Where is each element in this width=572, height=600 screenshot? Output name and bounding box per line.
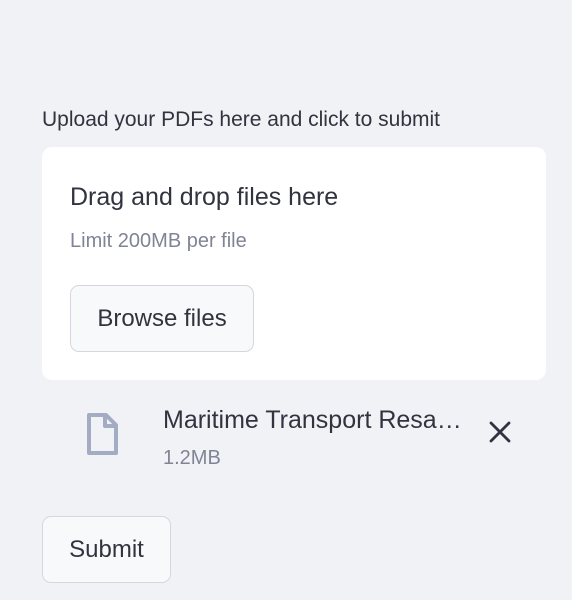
- file-name: Maritime Transport Resa…: [163, 406, 462, 434]
- dropzone-title: Drag and drop files here: [70, 183, 339, 211]
- close-icon: [488, 420, 512, 449]
- page: Upload your PDFs here and click to submi…: [0, 0, 572, 600]
- submit-button[interactable]: Submit: [42, 516, 171, 583]
- file-dropzone[interactable]: Drag and drop files here Limit 200MB per…: [42, 147, 546, 380]
- remove-file-button[interactable]: [482, 416, 518, 452]
- browse-files-button[interactable]: Browse files: [70, 285, 254, 352]
- upload-label: Upload your PDFs here and click to submi…: [42, 108, 441, 131]
- file-icon: [84, 412, 120, 456]
- uploaded-file-item: Maritime Transport Resa… 1.2MB: [42, 396, 546, 478]
- dropzone-limit: Limit 200MB per file: [70, 230, 247, 252]
- file-size: 1.2MB: [163, 447, 221, 469]
